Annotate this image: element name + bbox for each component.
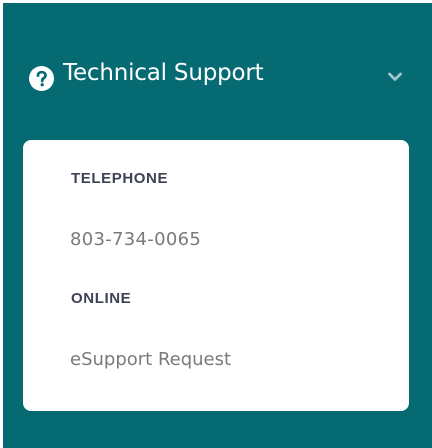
section-title: Technical Support bbox=[63, 60, 264, 86]
technical-support-header[interactable]: Technical Support bbox=[3, 3, 432, 143]
chevron-down-icon[interactable] bbox=[388, 72, 402, 82]
support-details-card: TELEPHONE 803-734-0065 ONLINE eSupport R… bbox=[23, 140, 409, 411]
question-circle-icon bbox=[29, 66, 54, 91]
online-label: ONLINE bbox=[71, 290, 132, 307]
technical-support-panel: Technical Support TELEPHONE 803-734-0065… bbox=[3, 3, 432, 448]
telephone-label: TELEPHONE bbox=[71, 170, 169, 187]
esupport-request-link[interactable]: eSupport Request bbox=[70, 349, 231, 370]
telephone-number-link[interactable]: 803-734-0065 bbox=[70, 229, 201, 250]
